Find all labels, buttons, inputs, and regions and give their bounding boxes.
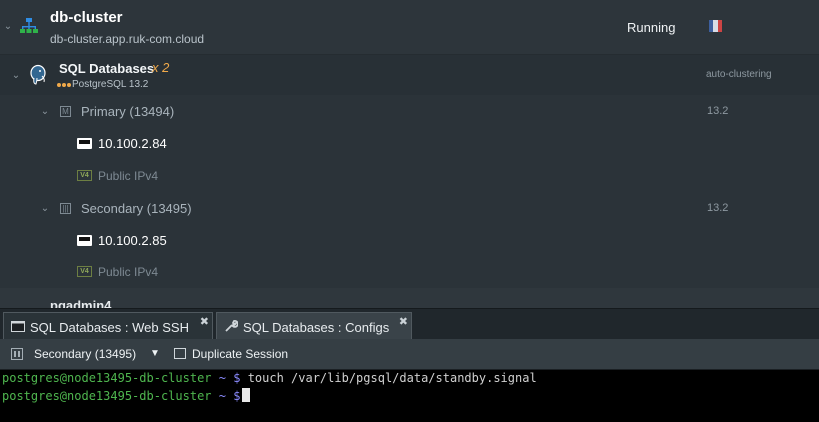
node-row-primary[interactable]: ⌄ M Primary (13494) 13.2 — [0, 95, 819, 128]
duplicate-icon — [174, 348, 186, 359]
terminal-icon — [11, 321, 25, 332]
node-count: x 2 — [152, 60, 170, 75]
node-select[interactable]: Secondary (13495) — [34, 347, 136, 361]
private-ip: 10.100.2.85 — [98, 233, 167, 248]
tab-label: SQL Databases : Web SSH — [30, 320, 189, 335]
tab-web-ssh[interactable]: SQL Databases : Web SSH ✖ — [3, 312, 213, 340]
prompt-symbol: $ — [233, 371, 241, 385]
close-icon[interactable]: ✖ — [399, 315, 408, 328]
terminal-command: touch /var/lib/pgsql/data/standby.signal — [247, 371, 537, 385]
secondary-node-icon: ||| — [60, 203, 71, 214]
chevron-down-icon[interactable]: ⌄ — [40, 204, 50, 214]
environment-row[interactable]: ⌄ db-cluster db-cluster.app.ruk-com.clou… — [0, 0, 819, 55]
node-label[interactable]: Primary (13494) — [81, 104, 174, 119]
chevron-down-icon[interactable]: ⌄ — [11, 71, 21, 81]
private-ip-row: 10.100.2.84 — [0, 128, 819, 160]
prompt-path: ~ — [218, 389, 226, 403]
node-version: 13.2 — [707, 105, 729, 117]
bottom-tab-bar: SQL Databases : Web SSH ✖ SQL Databases … — [0, 308, 819, 340]
region-flag-icon — [709, 20, 722, 32]
primary-node-icon: M — [60, 106, 71, 117]
prompt-user: postgres@node13495-db-cluster — [2, 371, 212, 385]
close-icon[interactable]: ✖ — [200, 315, 209, 328]
tab-configs[interactable]: SQL Databases : Configs ✖ — [216, 312, 412, 340]
ipv4-icon: V4 — [77, 170, 92, 181]
tab-label: SQL Databases : Configs — [243, 320, 390, 335]
public-ip-label[interactable]: Public IPv4 — [98, 265, 158, 279]
node-icon — [11, 348, 23, 360]
terminal-line: postgres@node13495-db-cluster ~ $ touch … — [2, 371, 537, 385]
status-badge: Running — [627, 20, 676, 35]
public-ip-row[interactable]: V4 Public IPv4 — [0, 256, 819, 288]
prompt-path: ~ — [218, 371, 226, 385]
public-ip-label[interactable]: Public IPv4 — [98, 169, 158, 183]
ethernet-icon — [77, 138, 92, 149]
chevron-down-icon[interactable]: ▼ — [150, 348, 160, 359]
environment-row-next[interactable]: pgadmin4 — [0, 288, 819, 313]
node-version: 13.2 — [707, 202, 729, 214]
prompt-symbol: $ — [233, 389, 241, 403]
chevron-down-icon[interactable]: ⌄ — [40, 107, 50, 117]
wrench-icon — [225, 320, 238, 332]
private-ip: 10.100.2.84 — [98, 136, 167, 151]
environment-name[interactable]: db-cluster — [50, 9, 123, 26]
environment-panel: ⌄ db-cluster db-cluster.app.ruk-com.clou… — [0, 0, 819, 313]
scaling-dots-icon — [57, 83, 71, 87]
node-row-secondary[interactable]: ⌄ ||| Secondary (13495) 13.2 — [0, 192, 819, 225]
public-ip-row[interactable]: V4 Public IPv4 — [0, 160, 819, 192]
environment-domain-link[interactable]: db-cluster.app.ruk-com.cloud — [50, 32, 204, 46]
postgresql-icon — [30, 64, 46, 85]
node-group-title[interactable]: SQL Databases — [59, 61, 154, 76]
node-label[interactable]: Secondary (13495) — [81, 201, 192, 216]
node-group-row[interactable]: ⌄ SQL Databases x 2 PostgreSQL 13.2 auto… — [0, 55, 819, 95]
terminal-output[interactable]: postgres@node13495-db-cluster ~ $ touch … — [0, 370, 819, 422]
chevron-down-icon[interactable]: ⌄ — [3, 22, 13, 32]
private-ip-row: 10.100.2.85 — [0, 225, 819, 257]
prompt-user: postgres@node13495-db-cluster — [2, 389, 212, 403]
cluster-icon — [20, 18, 38, 33]
clustering-tag: auto-clustering — [706, 69, 772, 80]
stack-version: PostgreSQL 13.2 — [72, 79, 149, 90]
ssh-toolbar: Secondary (13495) ▼ Duplicate Session — [0, 339, 819, 370]
terminal-cursor[interactable] — [242, 388, 251, 402]
ipv4-icon: V4 — [77, 266, 92, 277]
ethernet-icon — [77, 235, 92, 246]
terminal-line: postgres@node13495-db-cluster ~ $ — [2, 388, 251, 403]
duplicate-session-button[interactable]: Duplicate Session — [192, 347, 288, 361]
